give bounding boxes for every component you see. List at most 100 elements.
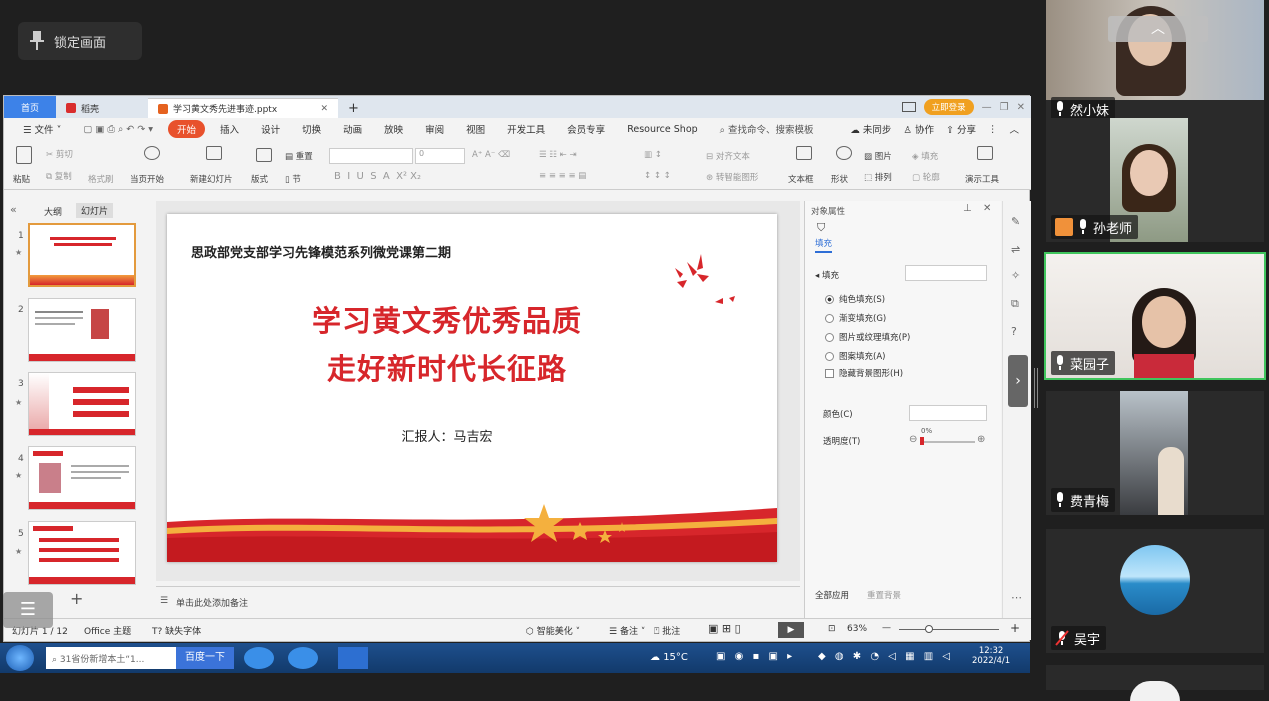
paste-icon[interactable]	[16, 146, 32, 164]
fill-option-radio[interactable]: 渐变填充(G)	[825, 310, 910, 329]
minimize-icon[interactable]: —	[982, 102, 992, 113]
tab-fill[interactable]: 填充	[815, 237, 833, 253]
from-current-button[interactable]: 当页开始	[130, 173, 164, 185]
section-button[interactable]: ▯ 节	[285, 173, 301, 185]
missing-font-button[interactable]: T? 缺失字体	[152, 624, 201, 637]
outline-button[interactable]: ▢ 轮廓	[912, 171, 940, 183]
more-tools-icon[interactable]: ⋯	[1011, 591, 1022, 604]
font-style-buttons[interactable]: B I U S A X² X₂	[334, 171, 421, 182]
transparency-plus-icon[interactable]: ⊕	[977, 434, 985, 445]
theme-name[interactable]: Office 主题	[84, 624, 131, 637]
menu-item[interactable]: 设计	[250, 122, 291, 136]
close-window-icon[interactable]: ✕	[1017, 102, 1025, 113]
collapse-pane-icon[interactable]: «	[10, 203, 17, 216]
participant-tile-active[interactable]: 菜园子	[1044, 252, 1266, 380]
align-icons[interactable]: ≡ ≡ ≡ ≡ ▤	[539, 171, 586, 181]
ie-icon[interactable]	[244, 647, 274, 669]
share-button[interactable]: ⇪ 分享	[946, 122, 976, 136]
file-menu[interactable]: 文件	[35, 125, 54, 136]
clock[interactable]: 12:32 2022/4/1	[972, 646, 1010, 666]
fill-type-select[interactable]	[905, 265, 987, 281]
shape-button[interactable]: 形状	[831, 173, 848, 185]
color-select[interactable]	[909, 405, 987, 421]
quick-toolbar-icons[interactable]: ▢ ▣ ⎙ ⌕ ↶ ↷ ▾	[72, 124, 164, 135]
menu-item[interactable]: 放映	[373, 122, 414, 136]
smartart-button[interactable]: ⊛ 转智能图形	[706, 171, 758, 183]
gallery-resize-handle[interactable]	[1034, 368, 1038, 408]
lock-screen-button[interactable]: 锁定画面	[18, 22, 142, 60]
pin-panel-icon[interactable]: ⊥	[963, 203, 972, 214]
fill-option-radio[interactable]: 图片或纹理填充(P)	[825, 329, 910, 348]
browser-icon[interactable]	[288, 647, 318, 669]
zoom-slider[interactable]	[899, 629, 999, 630]
search-command[interactable]: ⌕ 查找命令、搜索模板	[709, 122, 825, 136]
presenter-tools-button[interactable]: 演示工具	[965, 173, 999, 185]
font-grow-icons[interactable]: A⁺ A⁻ ⌫	[472, 150, 510, 160]
fill-button[interactable]: ◈ 填充	[912, 150, 938, 162]
paste-button[interactable]: 粘贴	[13, 173, 30, 185]
beautify-button[interactable]: ⬡ 智能美化 ˅	[526, 624, 580, 637]
restore-icon[interactable]: ❐	[1000, 102, 1009, 113]
login-button[interactable]: 立即登录	[923, 99, 974, 115]
picture-button[interactable]: ▨ 图片	[864, 150, 892, 162]
tab-outline[interactable]: 大纲	[44, 205, 62, 218]
new-tab-button[interactable]: +	[338, 98, 369, 118]
help-icon[interactable]: ?	[1011, 325, 1017, 338]
tab-slides[interactable]: 幻灯片	[76, 203, 114, 218]
menu-item[interactable]: 会员专享	[556, 122, 616, 136]
apply-all-button[interactable]: 全部应用	[815, 589, 849, 601]
settings-sliders-icon[interactable]: ⇌	[1011, 243, 1020, 256]
comments-button[interactable]: ⍞ 批注	[654, 624, 680, 637]
fill-section-label[interactable]: ◂ 填充	[815, 269, 839, 281]
copy-button[interactable]: ⧉ 复制	[46, 170, 72, 182]
notes-button[interactable]: ☰ 备注 ˅	[609, 624, 645, 637]
textbox-button[interactable]: 文本框	[788, 173, 814, 185]
add-slide-button[interactable]: +	[70, 589, 83, 608]
tray-icons[interactable]: ▣ ◉ ▪ ▣ ▸	[716, 651, 795, 662]
menu-item[interactable]: 视图	[455, 122, 496, 136]
layout-icon[interactable]	[256, 148, 272, 162]
fit-window-icon[interactable]: ⊡	[828, 624, 836, 634]
zoom-level[interactable]: 63%	[847, 624, 867, 634]
play-slideshow-button[interactable]: ▶	[778, 622, 804, 638]
collab-button[interactable]: ♙ 协作	[903, 122, 934, 136]
weather-widget[interactable]: ☁ 15°C	[650, 652, 688, 663]
meeting-app-icon[interactable]	[338, 647, 368, 669]
close-tab-icon[interactable]: ✕	[320, 104, 328, 114]
brush-icon[interactable]: ✎	[1011, 215, 1020, 228]
play-icon[interactable]	[144, 146, 160, 160]
close-panel-icon[interactable]: ✕	[983, 203, 991, 214]
slide-thumbnail-2[interactable]	[28, 298, 136, 362]
participant-tile[interactable]: 吴宇	[1046, 529, 1264, 653]
baidu-search-button[interactable]: 百度一下	[176, 647, 234, 669]
zoom-in-icon[interactable]: +	[1010, 621, 1020, 635]
fill-option-radio[interactable]: 纯色填充(S)	[825, 291, 910, 310]
hamburger-icon[interactable]: ☰ 文件 ˅	[12, 122, 72, 136]
menu-item[interactable]: Resource Shop	[616, 124, 708, 135]
menu-item[interactable]: 插入	[209, 122, 250, 136]
fill-option-radio[interactable]: 图案填充(A)	[825, 348, 910, 367]
view-mode-icons[interactable]: ▣ ⊞ ▯	[708, 622, 741, 635]
window-layout-icon[interactable]	[901, 102, 916, 112]
participant-tile[interactable]: ︿ 然小妹	[1046, 0, 1264, 124]
pin-star-icon[interactable]: ✧	[1011, 269, 1020, 282]
layout-button[interactable]: 版式	[251, 173, 268, 185]
tab-home[interactable]: 首页	[4, 96, 56, 118]
slide-thumbnail-1[interactable]	[28, 223, 136, 287]
tab-document[interactable]: 学习黄文秀先进事迹.pptx ✕	[148, 98, 338, 118]
copy-panel-icon[interactable]: ⧉	[1011, 297, 1019, 311]
text-direction-icons[interactable]: ▥ ↕	[644, 150, 662, 160]
participant-tile-partial[interactable]	[1046, 665, 1264, 701]
meeting-menu-button[interactable]: ☰	[3, 592, 53, 628]
transparency-slider[interactable]	[921, 441, 975, 443]
menu-item[interactable]: 动画	[332, 122, 373, 136]
reset-bg-button[interactable]: 重置背景	[867, 589, 901, 601]
notes-area[interactable]: ☰ 单击此处添加备注	[156, 586, 800, 616]
sync-status[interactable]: ☁ 未同步	[850, 122, 891, 136]
cut-button[interactable]: ✂ 剪切	[46, 148, 73, 160]
slide-editor[interactable]: 思政部党支部学习先锋模范系列微党课第二期 学习黄文秀优秀品质 走好新时代长征路 …	[167, 214, 777, 562]
taskbar-search-input[interactable]: ⌕ 31省份新增本土“1...	[46, 647, 176, 669]
hide-bg-checkbox[interactable]: 隐藏背景图形(H)	[825, 367, 903, 379]
expand-panel-handle[interactable]: ›	[1008, 355, 1028, 407]
tab-daoke[interactable]: 稻壳	[56, 98, 148, 118]
